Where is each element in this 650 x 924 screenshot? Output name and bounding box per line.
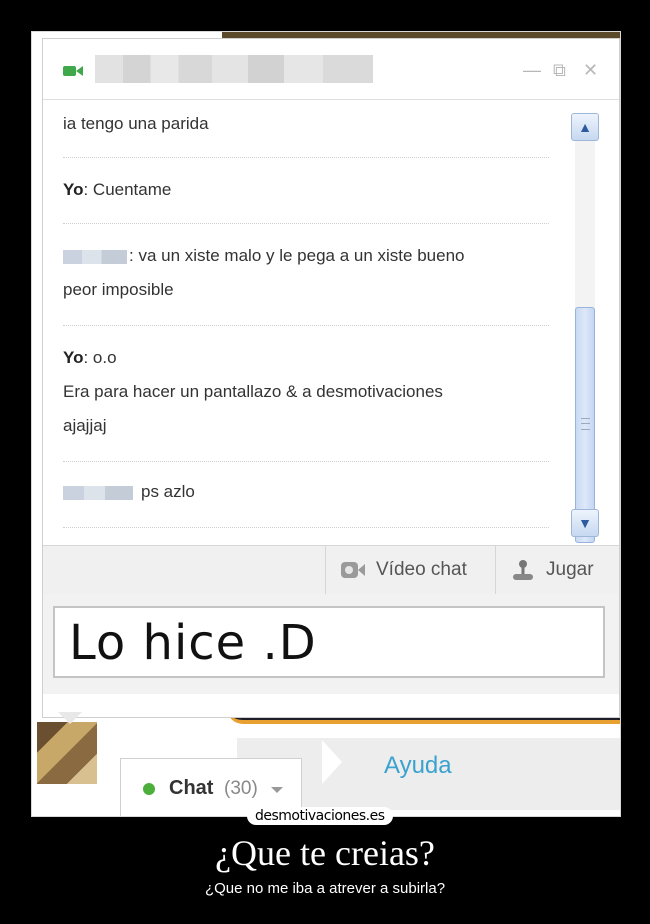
scroll-down-icon[interactable]: ▼ xyxy=(571,509,599,537)
message-text: ia tengo una parida xyxy=(63,114,209,133)
sender-name-redacted xyxy=(63,485,133,500)
message-text: : Cuentame xyxy=(83,180,172,199)
status-online-icon xyxy=(143,783,155,795)
scroll-up-icon[interactable]: ▲ xyxy=(571,113,599,141)
sender-name: Yo xyxy=(63,180,84,199)
dropdown-caret-icon[interactable] xyxy=(271,787,283,793)
contact-name-redacted xyxy=(95,55,373,83)
message: ia tengo una parida xyxy=(63,107,553,141)
screenshot-frame: Ayuda Chat (30) — ⧉ ✕ ia tengo una parid… xyxy=(31,31,621,817)
close-icon[interactable]: ✕ xyxy=(583,61,598,79)
scroll-grip-icon xyxy=(581,418,590,430)
message-divider xyxy=(63,325,549,326)
message: : va un xiste malo y le pega a un xiste … xyxy=(63,239,553,307)
message-input[interactable]: Lo hice .D xyxy=(53,606,605,678)
popout-icon[interactable]: ⧉ xyxy=(553,61,566,79)
poster-title: ¿Que te creias? xyxy=(215,833,435,873)
site-logo: desmotivaciones.es xyxy=(247,807,393,825)
message-text: ajajjaj xyxy=(63,416,107,435)
message-text: Era para hacer un pantallazo & a desmoti… xyxy=(63,382,443,401)
minimize-icon[interactable]: — xyxy=(523,61,541,79)
message-text: : o.o xyxy=(83,348,117,367)
message-divider xyxy=(63,527,549,528)
compose-area: Lo hice .D xyxy=(43,594,619,694)
sender-name: Yo xyxy=(63,348,84,367)
chat-tab-label: Chat xyxy=(169,777,214,799)
scroll-thumb[interactable] xyxy=(575,307,595,543)
play-button[interactable]: Jugar xyxy=(495,546,620,594)
message-text: peor imposible xyxy=(63,280,174,299)
message: ps azlo xyxy=(63,475,553,509)
chat-window: — ⧉ ✕ ia tengo una parida Yo: Cuentame :… xyxy=(42,38,620,718)
message: Yo: o.o Era para hacer un pantallazo & a… xyxy=(63,341,553,443)
message: Yo: Cuentame xyxy=(63,173,553,207)
chat-tab-count: (30) xyxy=(224,778,258,799)
message-divider xyxy=(63,157,549,158)
user-avatar[interactable] xyxy=(37,722,97,784)
poster-subtitle: ¿Que no me iba a atrever a subirla? xyxy=(204,880,446,897)
video-chat-button[interactable]: Vídeo chat xyxy=(325,546,494,594)
chat-toolbar: Vídeo chat Jugar xyxy=(43,545,619,595)
message-text: : va un xiste malo y le pega a un xiste … xyxy=(129,246,465,265)
video-chat-icon xyxy=(341,562,365,578)
message-scrollbar[interactable]: ▲ ▼ xyxy=(571,109,599,543)
message-text: ps azlo xyxy=(141,482,195,501)
video-camera-icon xyxy=(63,66,83,76)
chat-title-bar: — ⧉ ✕ xyxy=(43,39,619,100)
breadcrumb-chevron xyxy=(322,740,342,784)
message-divider xyxy=(63,461,549,462)
sender-name-redacted xyxy=(63,249,127,264)
message-divider xyxy=(63,223,549,224)
video-chat-label: Vídeo chat xyxy=(376,559,467,580)
chat-bubble-tail xyxy=(58,712,82,724)
message-list: ia tengo una parida Yo: Cuentame : va un… xyxy=(43,99,565,539)
joystick-icon xyxy=(513,560,533,580)
play-label: Jugar xyxy=(546,559,594,580)
help-link[interactable]: Ayuda xyxy=(384,752,452,780)
scroll-track[interactable] xyxy=(575,141,595,543)
